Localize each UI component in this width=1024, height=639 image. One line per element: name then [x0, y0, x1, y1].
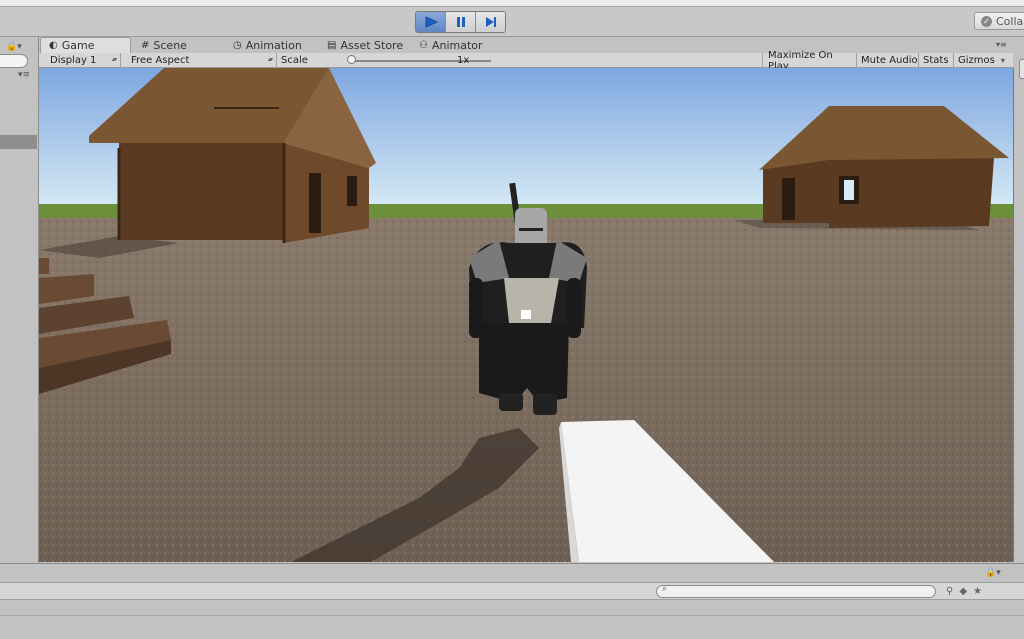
stats-label: Stats [923, 55, 949, 66]
inspector-edge [1014, 37, 1024, 563]
tab-game[interactable]: ◐ Game [40, 37, 131, 53]
mute-audio-toggle[interactable]: Mute Audio [857, 53, 919, 68]
animator-icon: ⚇ [419, 39, 428, 51]
hierarchy-panel: 🔒▾ ▾≡ [0, 37, 39, 563]
star-icon[interactable]: ★ [973, 586, 982, 597]
tab-animator[interactable]: ⚇ Animator [419, 37, 483, 53]
inspector-collapsed-tab[interactable] [1019, 59, 1024, 79]
tab-label: Scene [153, 38, 187, 52]
check-icon: ✓ [981, 15, 992, 27]
scale-value: 1x [455, 53, 763, 68]
scale-label-text: Scale [281, 55, 308, 66]
gizmos-label: Gizmos [958, 55, 995, 66]
tab-animation[interactable]: ◷ Animation [233, 37, 302, 53]
mute-label: Mute Audio [861, 55, 918, 66]
panel-menu-icon[interactable]: ▾≡ [18, 70, 30, 80]
tab-label: Asset Store [340, 38, 404, 52]
hierarchy-selected-row[interactable] [0, 135, 37, 149]
gizmos-dropdown[interactable]: Gizmos ▾ [954, 53, 1011, 68]
console-divider [0, 615, 1024, 616]
clock-icon: ◷ [233, 39, 242, 51]
hierarchy-search-input[interactable] [0, 54, 28, 68]
console-search-input[interactable]: ⌕ [656, 584, 936, 598]
tab-label: Animator [431, 38, 483, 52]
chevron-down-icon: ▾ [1000, 56, 1005, 65]
tab-label: Animation [245, 38, 302, 52]
game-controller-icon: ◐ [49, 40, 58, 51]
game-view-toolbar: Display 1 Free Aspect Scale 1x Maximize … [39, 50, 1013, 72]
step-icon [485, 17, 496, 27]
tab-asset-store[interactable]: ▤ Asset Store [327, 37, 403, 53]
grid-icon: # [141, 39, 150, 51]
play-button[interactable] [416, 12, 446, 32]
game-viewport[interactable] [39, 68, 1014, 562]
main-toolbar: ✓ Colla [0, 0, 1024, 37]
window-top-edge [0, 0, 1024, 7]
aspect-label: Free Aspect [131, 55, 190, 66]
filter-icon[interactable]: ⚲ [946, 586, 953, 597]
console-panel: 🔒▾ ⌕ ⚲ ◆ ★ [0, 563, 1024, 639]
pause-button[interactable] [446, 12, 476, 32]
display-dropdown[interactable]: Display 1 [39, 53, 121, 68]
aspect-dropdown[interactable]: Free Aspect [121, 53, 277, 68]
console-toolbar: ⌕ ⚲ ◆ ★ [0, 582, 1024, 600]
lock-icon[interactable]: 🔒▾ [985, 568, 1001, 578]
play-icon [425, 16, 438, 28]
collab-label: Colla [996, 14, 1024, 28]
display-label: Display 1 [50, 55, 97, 66]
game-scene [39, 68, 1013, 562]
lock-icon[interactable]: 🔒▾ [6, 42, 22, 52]
scale-label: Scale [279, 53, 311, 68]
tag-icon[interactable]: ◆ [959, 586, 967, 597]
stats-toggle[interactable]: Stats [919, 53, 954, 68]
scale-value-text: 1x [457, 55, 470, 66]
playback-controls [415, 11, 506, 33]
pause-icon [456, 17, 465, 27]
view-tabs: ◐ Game # Scene ◷ Animation ▤ Asset Store… [39, 37, 1013, 53]
tab-menu-icon[interactable]: ▾≡ [996, 40, 1007, 49]
search-icon: ⌕ [662, 584, 668, 594]
step-button[interactable] [476, 12, 505, 32]
tab-label: Game [61, 39, 95, 52]
maximize-on-play-toggle[interactable]: Maximize On Play [764, 50, 857, 72]
tab-scene[interactable]: # Scene [141, 37, 187, 53]
collab-button[interactable]: ✓ Colla [974, 12, 1024, 30]
scale-slider-handle[interactable] [347, 55, 356, 64]
store-icon: ▤ [327, 39, 337, 51]
crosshair [521, 310, 531, 319]
console-filter-icons: ⚲ ◆ ★ [946, 583, 982, 599]
